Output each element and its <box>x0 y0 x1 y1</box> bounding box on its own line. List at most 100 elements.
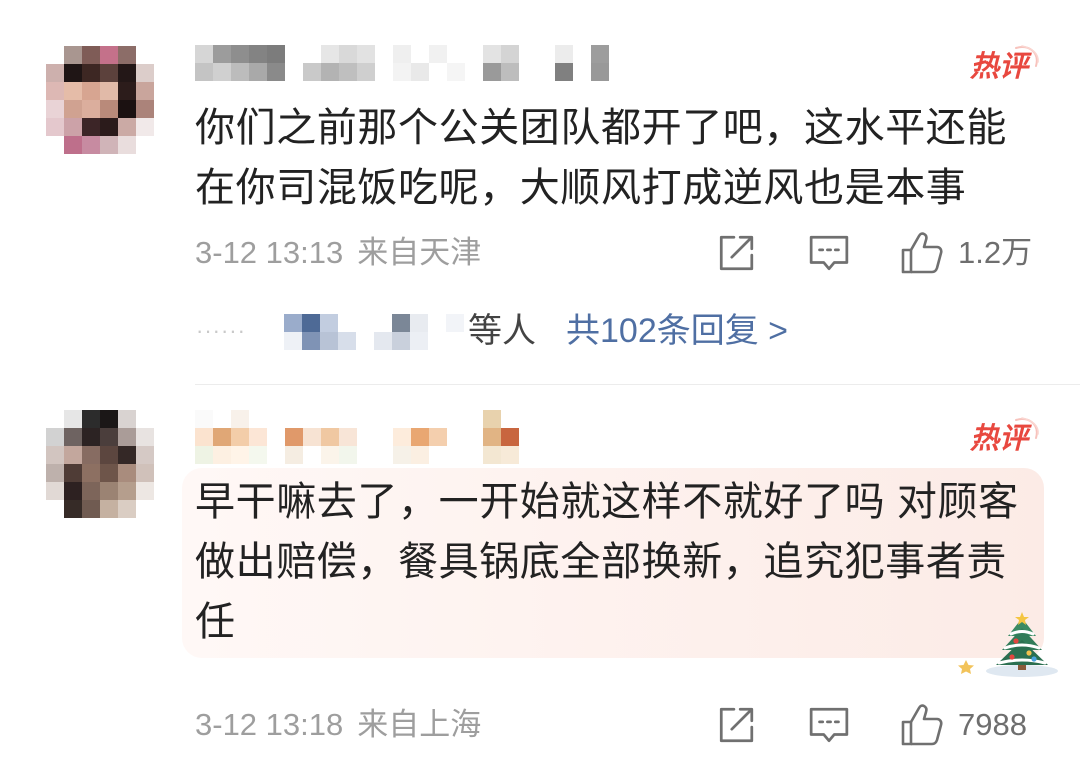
mosaic-cell <box>338 332 356 350</box>
mosaic-cell <box>82 482 100 500</box>
mosaic-cell <box>393 45 411 63</box>
mosaic-cell <box>46 82 64 100</box>
mosaic-cell <box>410 332 428 350</box>
mosaic-cell <box>118 136 136 154</box>
hot-comment-badge: 热评 <box>966 416 1042 460</box>
mosaic-cell <box>411 428 429 446</box>
mosaic-cell <box>64 136 82 154</box>
mosaic-cell <box>231 410 249 428</box>
like-icon <box>901 232 943 274</box>
comment-meta: 3-12 13:18 来自上海 <box>195 705 481 745</box>
mosaic-cell <box>64 46 82 64</box>
mosaic-cell <box>374 314 392 332</box>
mosaic-cell <box>339 446 357 464</box>
mosaic-cell <box>100 118 118 136</box>
comment-button[interactable] <box>808 703 850 747</box>
comment-icon <box>809 707 849 743</box>
mosaic-cell <box>411 45 429 63</box>
mosaic-cell <box>267 63 285 81</box>
mosaic-cell <box>82 46 100 64</box>
mosaic-cell <box>591 63 609 81</box>
mosaic-cell <box>321 428 339 446</box>
mosaic-cell <box>573 45 591 63</box>
mosaic-cell <box>195 45 213 63</box>
mosaic-cell <box>64 428 82 446</box>
comment-text[interactable]: 早干嘛去了，一开始就这样不就好了吗 对顾客 做出赔偿，餐具锅底全部换新，追究犯事… <box>195 472 1035 652</box>
mosaic-cell <box>303 63 321 81</box>
mosaic-cell <box>249 446 267 464</box>
mosaic-cell <box>374 332 392 350</box>
mosaic-cell <box>46 446 64 464</box>
mosaic-cell <box>446 314 464 332</box>
mosaic-cell <box>64 82 82 100</box>
mosaic-cell <box>393 63 411 81</box>
mosaic-cell <box>82 446 100 464</box>
mosaic-cell <box>82 428 100 446</box>
mosaic-cell <box>64 118 82 136</box>
mosaic-cell <box>447 446 465 464</box>
mosaic-cell <box>64 500 82 518</box>
mosaic-cell <box>64 64 82 82</box>
mosaic-cell <box>136 446 154 464</box>
view-replies-link[interactable]: 共102条回复 > <box>566 310 788 352</box>
mosaic-cell <box>195 63 213 81</box>
comment-text[interactable]: 你们之前那个公关团队都开了吧，这水平还能 在你司混饭吃呢，大顺风打成逆风也是本事 <box>195 98 1035 218</box>
mosaic-cell <box>213 45 231 63</box>
mosaic-cell <box>519 45 537 63</box>
like-count[interactable]: 1.2万 <box>958 231 1032 275</box>
mosaic-cell <box>465 428 483 446</box>
mosaic-cell <box>356 332 374 350</box>
mosaic-cell <box>100 464 118 482</box>
mosaic-cell <box>429 63 447 81</box>
mosaic-cell <box>267 428 285 446</box>
mosaic-cell <box>118 464 136 482</box>
like-button[interactable]: 7988 <box>900 703 1027 747</box>
mosaic-cell <box>82 410 100 428</box>
mosaic-cell <box>64 100 82 118</box>
like-count[interactable]: 7988 <box>958 703 1027 747</box>
mosaic-cell <box>338 314 356 332</box>
timestamp: 3-12 13:18 <box>195 707 344 742</box>
mosaic-cell <box>118 500 136 518</box>
mosaic-cell <box>100 46 118 64</box>
mosaic-cell <box>100 500 118 518</box>
mosaic-cell <box>411 446 429 464</box>
username[interactable] <box>195 410 519 464</box>
mosaic-cell <box>82 82 100 100</box>
mosaic-cell <box>231 45 249 63</box>
mosaic-cell <box>375 63 393 81</box>
mosaic-cell <box>356 314 374 332</box>
comment-button[interactable] <box>808 231 850 275</box>
mosaic-cell <box>339 63 357 81</box>
mosaic-cell <box>591 45 609 63</box>
mosaic-cell <box>393 428 411 446</box>
username[interactable] <box>195 45 627 81</box>
share-button[interactable] <box>716 703 756 747</box>
mosaic-cell <box>357 45 375 63</box>
mosaic-cell <box>428 314 446 332</box>
mosaic-cell <box>303 446 321 464</box>
avatar[interactable] <box>46 46 154 154</box>
replies-row[interactable]: ······ 等人 共102条回复 > <box>196 310 896 352</box>
mosaic-cell <box>501 45 519 63</box>
mosaic-cell <box>100 136 118 154</box>
avatar[interactable] <box>46 410 154 518</box>
mosaic-cell <box>302 332 320 350</box>
mosaic-cell <box>483 428 501 446</box>
mosaic-cell <box>100 64 118 82</box>
mosaic-cell <box>231 63 249 81</box>
mosaic-cell <box>447 45 465 63</box>
like-button[interactable]: 1.2万 <box>900 231 1032 275</box>
mosaic-cell <box>136 464 154 482</box>
comment-text-line: 在你司混饭吃呢，大顺风打成逆风也是本事 <box>195 166 967 210</box>
mosaic-cell <box>249 45 267 63</box>
mosaic-cell <box>46 428 64 446</box>
mosaic-cell <box>195 446 213 464</box>
mosaic-cell <box>429 428 447 446</box>
share-button[interactable] <box>716 231 756 275</box>
mosaic-cell <box>501 428 519 446</box>
mosaic-cell <box>284 332 302 350</box>
mosaic-cell <box>100 446 118 464</box>
mosaic-cell <box>100 82 118 100</box>
mosaic-cell <box>284 314 302 332</box>
